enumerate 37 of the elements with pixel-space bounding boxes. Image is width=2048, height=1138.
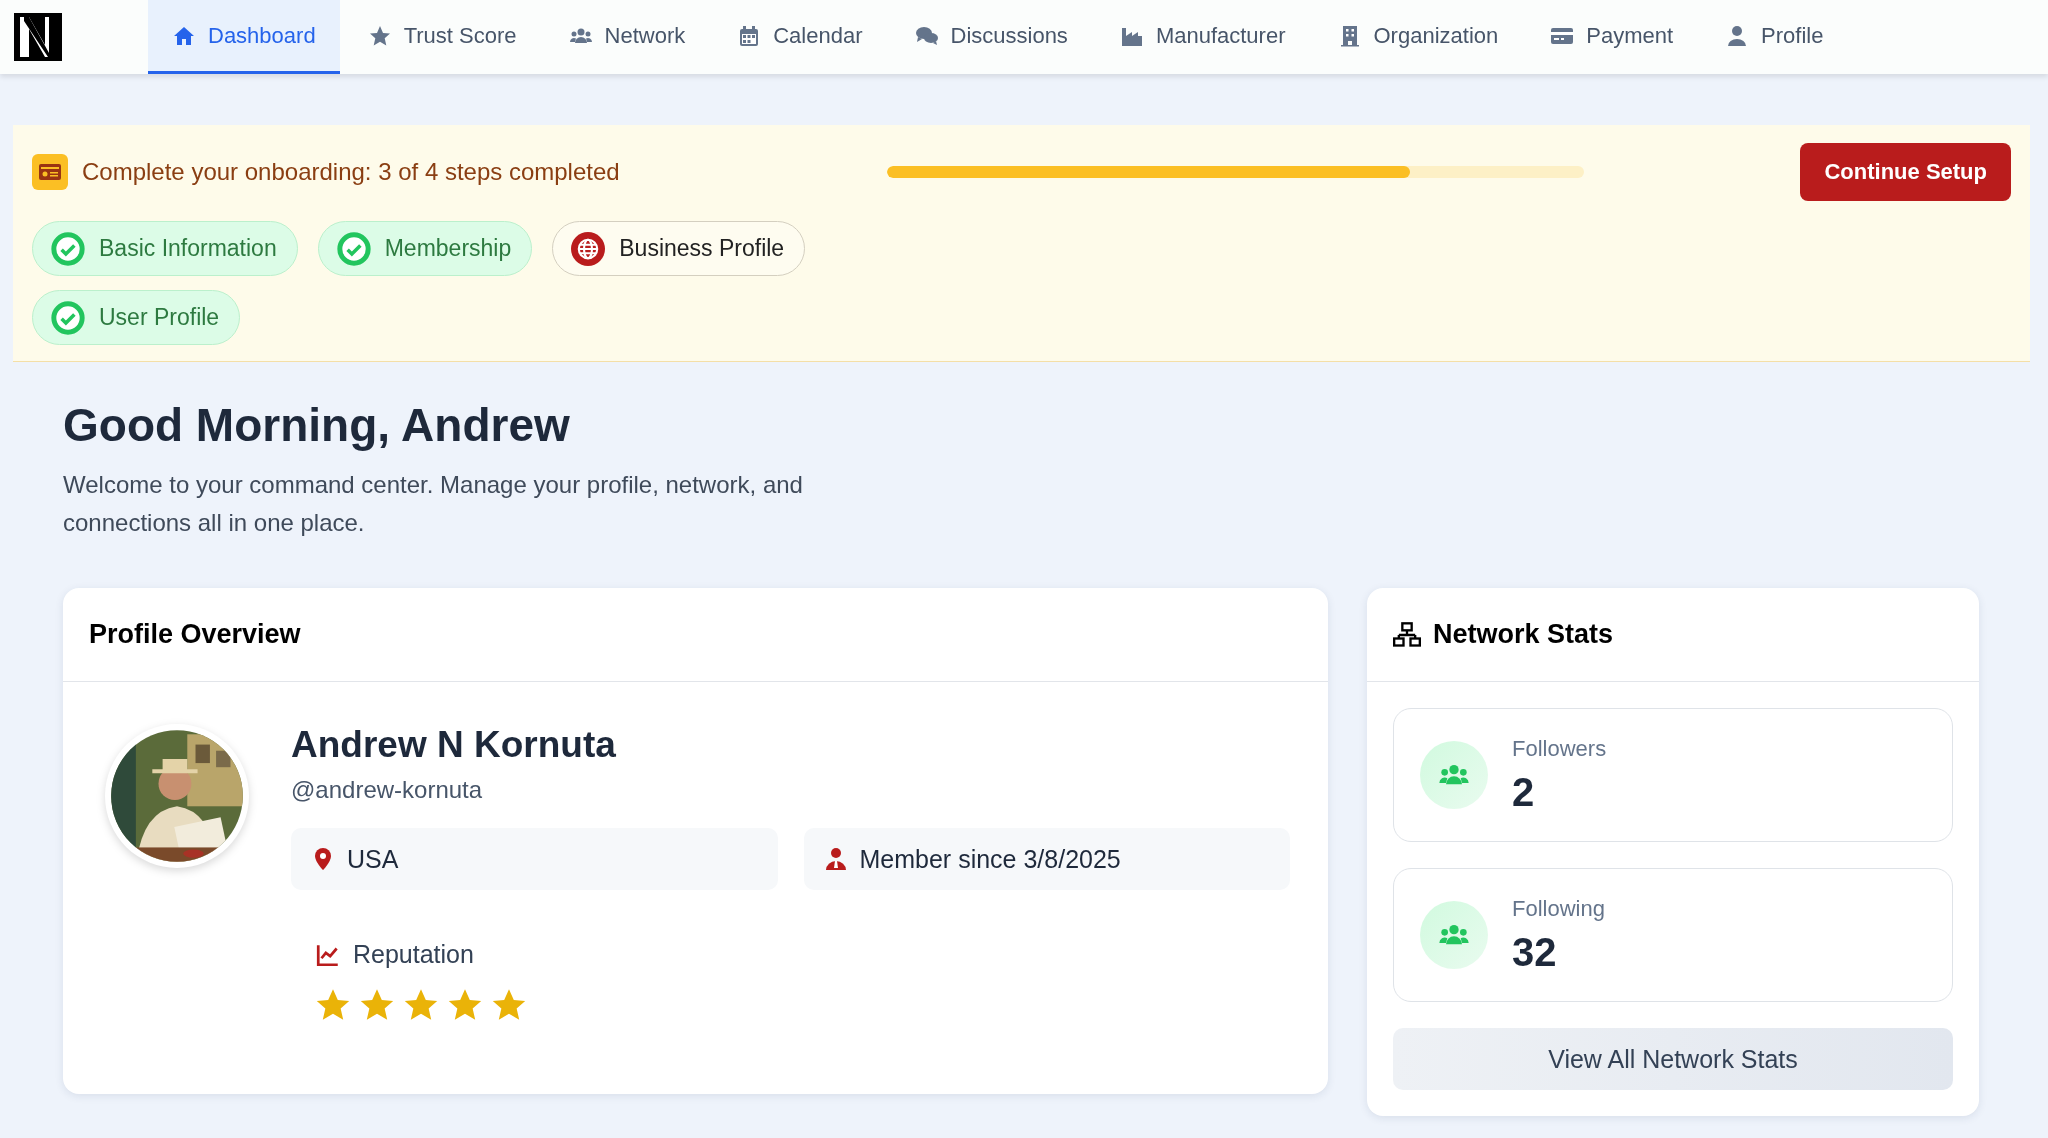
reputation-label: Reputation — [353, 940, 474, 969]
nav-tab[interactable]: Calendar — [713, 0, 887, 74]
card-title: Profile Overview — [89, 619, 301, 650]
id-card-icon — [32, 154, 68, 190]
network-icon — [1393, 620, 1421, 649]
check-circle-icon — [336, 231, 371, 266]
nav-tab[interactable]: Network — [544, 0, 710, 74]
step-chip[interactable]: User Profile — [32, 290, 241, 345]
profile-name: Andrew N Kornuta — [291, 724, 617, 766]
nav-tab[interactable]: Trust Score — [343, 0, 541, 74]
globe-icon — [571, 231, 606, 266]
nav-tab[interactable]: Payment — [1526, 0, 1698, 74]
step-chip[interactable]: Membership — [317, 221, 533, 276]
stat-value: 32 — [1512, 929, 1558, 975]
stat-value: 2 — [1512, 769, 1536, 815]
info-text: USA — [347, 844, 399, 874]
stat-label: Followers — [1512, 735, 1607, 762]
step-chip[interactable]: Basic Information — [32, 221, 298, 276]
nav-tab[interactable]: Discussions — [890, 0, 1092, 74]
nav-tab[interactable]: Dashboard — [148, 0, 340, 74]
continue-setup-button[interactable]: Continue Setup — [1800, 143, 2011, 201]
check-circle-icon — [51, 300, 85, 335]
nav-tab[interactable]: Manufacturer — [1095, 0, 1310, 74]
nav-tab[interactable]: Organization — [1313, 0, 1523, 74]
greeting-heading: Good Morning, Andrew — [63, 398, 571, 452]
onboarding-title: Complete your onboarding: 3 of 4 steps completed — [82, 158, 620, 186]
card-title: Network Stats — [1433, 619, 1614, 650]
step-chip[interactable]: Business Profile — [552, 221, 806, 276]
nav-tab[interactable]: Profile — [1701, 0, 1848, 74]
view-all-button[interactable]: View All Network Stats — [1393, 1028, 1953, 1090]
logo-icon[interactable] — [14, 13, 62, 61]
check-circle-icon — [51, 231, 85, 266]
profile-handle: @andrew-kornuta — [291, 776, 484, 804]
stat-label: Following — [1512, 895, 1605, 922]
user-tie-icon — [823, 847, 848, 871]
info-text: Member since 3/8/2025 — [859, 844, 1121, 874]
greeting-text: Welcome to your command center. Manage your profile, network, and connections all in one place. — [63, 470, 804, 538]
